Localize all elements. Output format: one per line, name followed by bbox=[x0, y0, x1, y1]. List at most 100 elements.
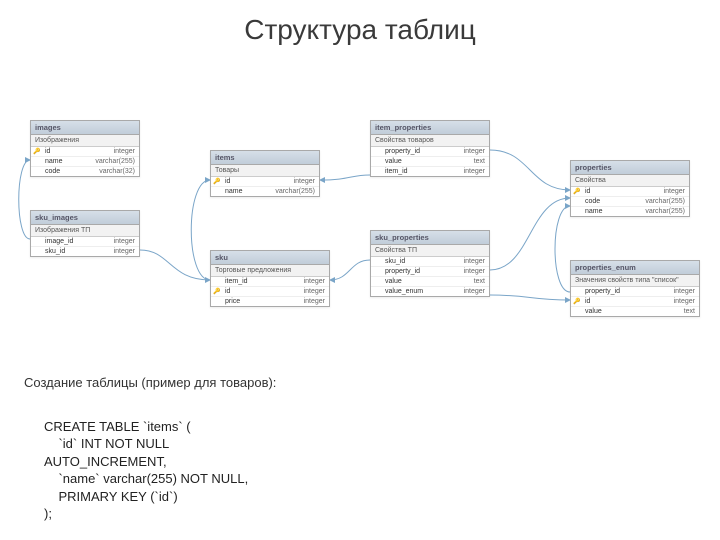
table-properties: propertiesСвойства🔑idintegercodevarchar(… bbox=[570, 160, 690, 217]
column-name: value_enum bbox=[383, 288, 458, 295]
column-type: varchar(255) bbox=[639, 198, 685, 205]
table-label: Изображения bbox=[31, 135, 139, 147]
column-name: id bbox=[583, 188, 658, 195]
table-images: imagesИзображения🔑idintegernamevarchar(2… bbox=[30, 120, 140, 177]
column-name: code bbox=[583, 198, 639, 205]
column-name: property_id bbox=[383, 148, 458, 155]
column-name: image_id bbox=[43, 238, 108, 245]
key-icon: 🔑 bbox=[33, 148, 43, 155]
table-row: 🔑idinteger bbox=[211, 177, 319, 187]
table-row: codevarchar(255) bbox=[571, 197, 689, 207]
column-type: varchar(255) bbox=[89, 158, 135, 165]
relation-arrow bbox=[490, 150, 570, 190]
table-row: 🔑idinteger bbox=[31, 147, 139, 157]
table-row: 🔑idinteger bbox=[571, 297, 699, 307]
table-row: sku_idinteger bbox=[371, 257, 489, 267]
table-header: properties bbox=[571, 161, 689, 175]
table-row: priceinteger bbox=[211, 297, 329, 306]
table-items: itemsТовары🔑idintegernamevarchar(255) bbox=[210, 150, 320, 197]
table-row: item_idinteger bbox=[211, 277, 329, 287]
column-type: varchar(255) bbox=[639, 208, 685, 215]
table-label: Товары bbox=[211, 165, 319, 177]
table-row: property_idinteger bbox=[571, 287, 699, 297]
table-row: valuetext bbox=[371, 157, 489, 167]
key-icon: 🔑 bbox=[573, 188, 583, 195]
relation-arrow bbox=[330, 260, 370, 280]
table-label: Изображения ТП bbox=[31, 225, 139, 237]
column-type: integer bbox=[668, 288, 695, 295]
key-icon: 🔑 bbox=[213, 288, 223, 295]
relation-arrow bbox=[555, 206, 570, 292]
column-type: integer bbox=[298, 278, 325, 285]
relation-arrow bbox=[191, 180, 210, 280]
table-row: valuetext bbox=[571, 307, 699, 316]
key-icon: 🔑 bbox=[213, 178, 223, 185]
table-sku_images: sku_imagesИзображения ТПimage_idintegers… bbox=[30, 210, 140, 257]
table-row: 🔑idinteger bbox=[211, 287, 329, 297]
column-type: integer bbox=[108, 238, 135, 245]
column-name: id bbox=[223, 178, 288, 185]
table-header: items bbox=[211, 151, 319, 165]
table-row: codevarchar(32) bbox=[31, 167, 139, 176]
column-name: sku_id bbox=[43, 248, 108, 255]
column-name: property_id bbox=[383, 268, 458, 275]
table-row: image_idinteger bbox=[31, 237, 139, 247]
column-type: text bbox=[678, 308, 695, 315]
column-name: value bbox=[583, 308, 678, 315]
column-name: name bbox=[223, 188, 269, 195]
table-row: valuetext bbox=[371, 277, 489, 287]
table-header: images bbox=[31, 121, 139, 135]
column-name: name bbox=[583, 208, 639, 215]
key-icon: 🔑 bbox=[573, 298, 583, 305]
table-label: Значения свойств типа "список" bbox=[571, 275, 699, 287]
table-row: value_enuminteger bbox=[371, 287, 489, 296]
column-type: integer bbox=[298, 288, 325, 295]
table-item_properties: item_propertiesСвойства товаровproperty_… bbox=[370, 120, 490, 177]
column-type: integer bbox=[458, 168, 485, 175]
column-type: integer bbox=[658, 188, 685, 195]
column-name: item_id bbox=[383, 168, 458, 175]
table-header: sku_properties bbox=[371, 231, 489, 245]
table-row: property_idinteger bbox=[371, 267, 489, 277]
column-name: name bbox=[43, 158, 89, 165]
column-type: varchar(255) bbox=[269, 188, 315, 195]
column-type: integer bbox=[288, 178, 315, 185]
column-type: integer bbox=[668, 298, 695, 305]
table-row: 🔑idinteger bbox=[571, 187, 689, 197]
table-row: namevarchar(255) bbox=[571, 207, 689, 216]
relation-arrow bbox=[19, 160, 30, 239]
column-name: id bbox=[223, 288, 298, 295]
column-name: price bbox=[223, 298, 298, 305]
table-properties_enum: properties_enumЗначения свойств типа "сп… bbox=[570, 260, 700, 317]
column-type: integer bbox=[298, 298, 325, 305]
column-type: integer bbox=[458, 258, 485, 265]
column-name: value bbox=[383, 278, 468, 285]
column-type: integer bbox=[108, 148, 135, 155]
relation-arrow bbox=[320, 175, 370, 180]
table-header: sku bbox=[211, 251, 329, 265]
column-type: text bbox=[468, 158, 485, 165]
table-sku: skuТорговые предложенияitem_idinteger🔑id… bbox=[210, 250, 330, 307]
column-name: code bbox=[43, 168, 93, 175]
table-label: Свойства bbox=[571, 175, 689, 187]
column-type: integer bbox=[458, 288, 485, 295]
er-diagram: imagesИзображения🔑idintegernamevarchar(2… bbox=[10, 80, 710, 360]
table-row: property_idinteger bbox=[371, 147, 489, 157]
column-type: integer bbox=[458, 268, 485, 275]
example-caption: Создание таблицы (пример для товаров): bbox=[24, 375, 276, 390]
table-row: item_idinteger bbox=[371, 167, 489, 176]
column-type: integer bbox=[108, 248, 135, 255]
column-type: varchar(32) bbox=[93, 168, 135, 175]
table-row: namevarchar(255) bbox=[211, 187, 319, 196]
table-label: Свойства ТП bbox=[371, 245, 489, 257]
table-row: namevarchar(255) bbox=[31, 157, 139, 167]
column-type: text bbox=[468, 278, 485, 285]
column-name: id bbox=[43, 148, 108, 155]
column-type: integer bbox=[458, 148, 485, 155]
table-header: properties_enum bbox=[571, 261, 699, 275]
column-name: property_id bbox=[583, 288, 668, 295]
table-label: Свойства товаров bbox=[371, 135, 489, 147]
column-name: value bbox=[383, 158, 468, 165]
relation-arrow bbox=[490, 198, 570, 270]
column-name: sku_id bbox=[383, 258, 458, 265]
